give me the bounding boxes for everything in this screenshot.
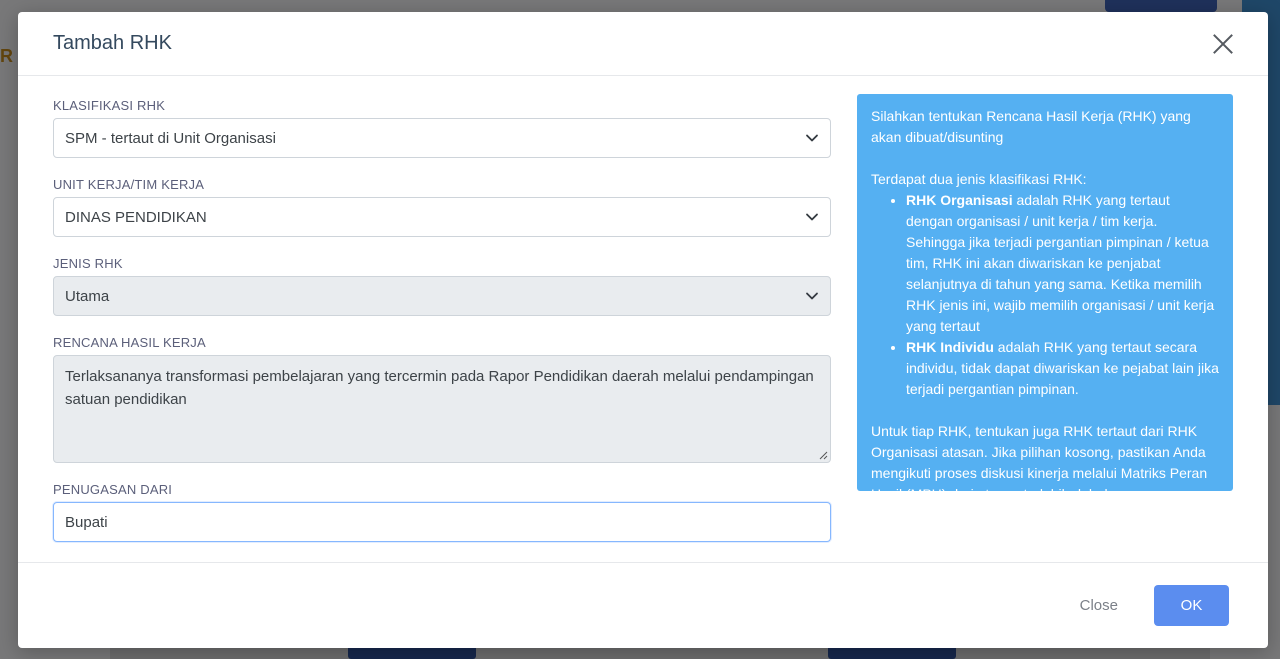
modal-footer: Close OK (18, 562, 1268, 648)
chevron-down-icon (805, 131, 819, 145)
rencana-hasil-kerja-textarea[interactable]: Terlaksananya transformasi pembelajaran … (53, 355, 831, 463)
info-desc: adalah RHK yang tertaut dengan organisas… (906, 192, 1215, 334)
tambah-rhk-modal: Tambah RHK KLASIFIKASI RHK SPM - tertaut… (18, 12, 1268, 648)
klasifikasi-select[interactable]: SPM - tertaut di Unit Organisasi (53, 118, 831, 158)
ok-button[interactable]: OK (1154, 585, 1229, 626)
info-alert: Silahkan tentukan Rencana Hasil Kerja (R… (857, 94, 1233, 502)
unit-kerja-value: DINAS PENDIDIKAN (65, 208, 207, 226)
klasifikasi-label: KLASIFIKASI RHK (53, 98, 166, 113)
close-icon[interactable] (1212, 33, 1234, 55)
rencana-hasil-kerja-label: RENCANA HASIL KERJA (53, 335, 206, 350)
penugasan-dari-label: PENUGASAN DARI (53, 482, 173, 497)
penugasan-dari-value: Bupati (65, 513, 108, 531)
close-button[interactable]: Close (1080, 597, 1118, 614)
unit-kerja-label: UNIT KERJA/TIM KERJA (53, 177, 205, 192)
modal-title: Tambah RHK (53, 32, 172, 54)
chevron-down-icon (805, 210, 819, 224)
info-list: RHK Organisasi adalah RHK yang tertaut d… (871, 190, 1219, 400)
info-term: RHK Organisasi (906, 192, 1013, 208)
resize-grip-icon[interactable] (819, 451, 828, 460)
klasifikasi-value: SPM - tertaut di Unit Organisasi (65, 129, 276, 147)
jenis-rhk-select[interactable]: Utama (53, 276, 831, 316)
info-closing: Untuk tiap RHK, tentukan juga RHK tertau… (871, 423, 1208, 502)
modal-header: Tambah RHK (18, 12, 1268, 76)
rhk-form: KLASIFIKASI RHK SPM - tertaut di Unit Or… (53, 98, 831, 542)
chevron-down-icon (805, 289, 819, 303)
info-types-intro: Terdapat dua jenis klasifikasi RHK: (871, 171, 1087, 187)
info-list-item: RHK Organisasi adalah RHK yang tertaut d… (906, 190, 1219, 337)
info-list-item: RHK Individu adalah RHK yang tertaut sec… (906, 337, 1219, 400)
penugasan-dari-input[interactable]: Bupati (53, 502, 831, 542)
unit-kerja-select[interactable]: DINAS PENDIDIKAN (53, 197, 831, 237)
info-intro: Silahkan tentukan Rencana Hasil Kerja (R… (871, 108, 1191, 145)
jenis-rhk-label: JENIS RHK (53, 256, 123, 271)
modal-body: KLASIFIKASI RHK SPM - tertaut di Unit Or… (18, 76, 1268, 562)
info-term: RHK Individu (906, 339, 994, 355)
rencana-hasil-kerja-value: Terlaksananya transformasi pembelajaran … (65, 368, 814, 408)
jenis-rhk-value: Utama (65, 287, 110, 305)
